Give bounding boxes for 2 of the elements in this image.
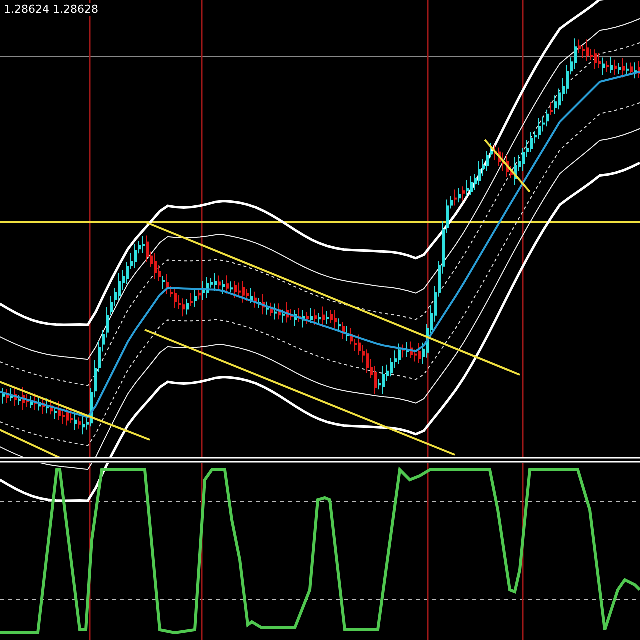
trend-line [484, 139, 531, 193]
price-quote: 1.28624 1.28628 [4, 3, 98, 16]
